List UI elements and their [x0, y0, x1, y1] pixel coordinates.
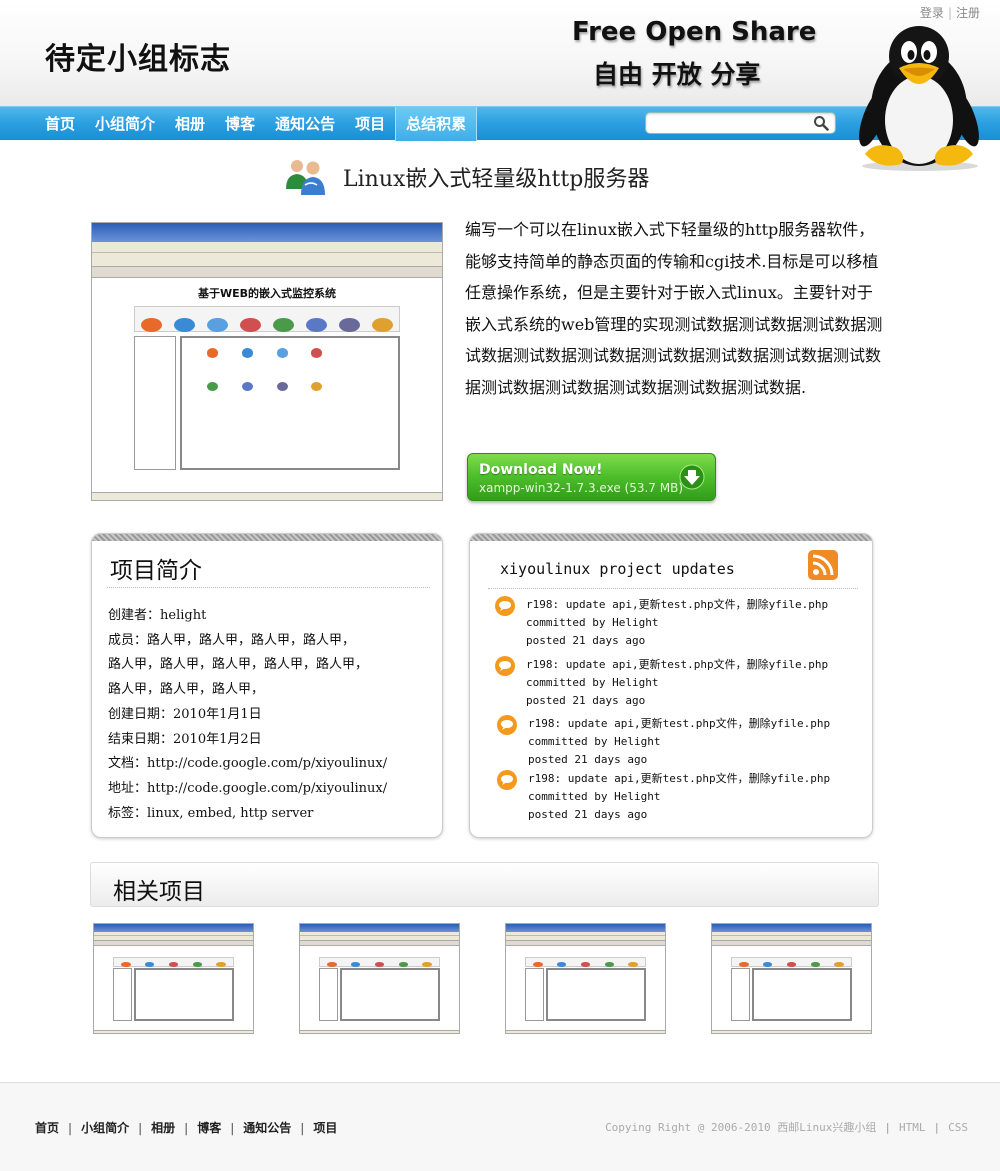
main-nav: 首页 小组简介 相册 博客 通知公告 项目 总结积累 [0, 106, 1000, 141]
search-icon[interactable] [813, 115, 829, 131]
intro-members-cont: 路人甲，路人甲，路人甲， [108, 682, 265, 698]
nav-item-about[interactable]: 小组简介 [85, 107, 165, 141]
nav-item-notices[interactable]: 通知公告 [265, 107, 345, 141]
project-updates-panel: xiyoulinux project updates r198: update … [469, 533, 873, 838]
related-project-thumb-4[interactable] [711, 923, 872, 1034]
comment-bubble-icon [497, 770, 517, 790]
related-project-thumb-1[interactable] [93, 923, 254, 1034]
comment-bubble-icon [495, 596, 515, 616]
update-item[interactable]: r198: update api,更新test.php文件，删除yfile.ph… [496, 715, 872, 769]
login-link[interactable]: 登录 [920, 6, 944, 20]
nav-item-blog[interactable]: 博客 [215, 107, 265, 141]
download-arrow-icon [679, 464, 705, 490]
search-input[interactable] [652, 114, 812, 134]
update-author: committed by Helight [526, 676, 659, 689]
footer-link-projects[interactable]: 项目 [313, 1121, 337, 1135]
rss-feed-icon[interactable] [808, 550, 838, 580]
footer-link-about[interactable]: 小组简介 [81, 1121, 129, 1135]
intro-docs-link[interactable]: 文档：http://code.google.com/p/xiyoulinux/ [108, 752, 430, 777]
css-link[interactable]: CSS [948, 1121, 968, 1134]
update-time: posted 21 days ago [526, 634, 646, 647]
updates-heading: xiyoulinux project updates [500, 560, 735, 578]
intro-address-link[interactable]: 地址：http://code.google.com/p/xiyoulinux/ [108, 777, 430, 802]
nav-item-projects[interactable]: 项目 [345, 107, 395, 141]
slogan-english: Free Open Share [572, 17, 817, 47]
related-project-thumb-2[interactable] [299, 923, 460, 1034]
update-item[interactable]: r198: update api,更新test.php文件，删除yfile.ph… [496, 770, 872, 824]
comment-bubble-icon [497, 715, 517, 735]
tux-penguin-icon [859, 26, 979, 171]
footer-link-blog[interactable]: 博客 [197, 1121, 221, 1135]
intro-members-cont: 路人甲，路人甲，路人甲，路人甲，路人甲， [108, 657, 369, 673]
update-item[interactable]: r198: update api,更新test.php文件，删除yfile.ph… [494, 596, 872, 650]
update-author: committed by Helight [528, 790, 661, 803]
update-message: r198: update api,更新test.php文件，删除yfile.ph… [526, 658, 829, 671]
footer-nav: 首页 | 小组简介 | 相册 | 博客 | 通知公告 | 项目 [35, 1121, 338, 1135]
footer-link-notices[interactable]: 通知公告 [243, 1121, 291, 1135]
update-message: r198: update api,更新test.php文件，删除yfile.ph… [528, 772, 831, 785]
update-time: posted 21 days ago [528, 808, 648, 821]
project-title-row: Linux嵌入式轻量级http服务器 [283, 155, 649, 199]
download-file: xampp-win32-1.7.3.exe (53.7 MB) [479, 481, 683, 495]
related-projects-header: 相关项目 [90, 862, 879, 907]
search-box [645, 112, 836, 134]
download-label: Download Now! [479, 462, 603, 478]
intro-end-date: 结束日期：2010年1月2日 [108, 731, 262, 747]
users-group-icon [286, 160, 325, 195]
update-time: posted 21 days ago [526, 694, 646, 707]
download-button[interactable]: Download Now! xampp-win32-1.7.3.exe (53.… [467, 453, 716, 501]
update-author: committed by Helight [528, 735, 661, 748]
intro-creator: 创建者：helight [108, 608, 207, 623]
project-title: Linux嵌入式轻量级http服务器 [343, 167, 650, 192]
project-intro-panel: 项目简介 创建者：helight 成员：路人甲，路人甲，路人甲，路人甲， 路人甲… [91, 533, 443, 838]
intro-info: 创建者：helight 成员：路人甲，路人甲，路人甲，路人甲， 路人甲，路人甲，… [108, 604, 430, 826]
intro-members: 成员：路人甲，路人甲，路人甲，路人甲， [108, 632, 356, 648]
project-screenshot[interactable]: 基于WEB的嵌入式监控系统 [91, 222, 443, 501]
update-message: r198: update api,更新test.php文件，删除yfile.ph… [528, 717, 831, 730]
comment-bubble-icon [495, 656, 515, 676]
intro-heading: 项目简介 [110, 558, 202, 584]
footer: 首页 | 小组简介 | 相册 | 博客 | 通知公告 | 项目 Copying Right @ 20… [0, 1082, 1000, 1171]
slogan-chinese: 自由 开放 分享 [593, 60, 761, 89]
update-author: committed by Helight [526, 616, 659, 629]
footer-link-album[interactable]: 相册 [151, 1121, 175, 1135]
related-heading: 相关项目 [113, 879, 205, 905]
intro-start-date: 创建日期：2010年1月1日 [108, 706, 262, 722]
related-project-thumb-3[interactable] [505, 923, 666, 1034]
html-link[interactable]: HTML [899, 1121, 926, 1134]
intro-tags: 标签：linux, embed, http server [108, 805, 314, 821]
footer-link-home[interactable]: 首页 [35, 1121, 59, 1135]
nav-item-home[interactable]: 首页 [35, 107, 85, 141]
header: 登录 | 注册 待定小组标志 Free Open Share 自由 开放 分享 [0, 0, 1000, 106]
nav-item-summary[interactable]: 总结积累 [395, 107, 478, 141]
group-logo[interactable]: 待定小组标志 [45, 34, 231, 78]
footer-copyright-row: Copying Right @ 2006-2010 西邮Linux兴趣小组 | HT… [605, 1121, 968, 1134]
update-time: posted 21 days ago [528, 753, 648, 766]
project-description: 编写一个可以在linux嵌入式下轻量级的http服务器软件，能够支持简单的静态页… [465, 220, 883, 397]
toplinks-separator: | [947, 6, 952, 20]
copyright-text: Copying Right @ 2006-2010 西邮Linux兴趣小组 [605, 1121, 877, 1134]
register-link[interactable]: 注册 [956, 6, 980, 20]
top-links: 登录 | 注册 [920, 4, 980, 21]
nav-item-album[interactable]: 相册 [165, 107, 215, 141]
update-message: r198: update api,更新test.php文件，删除yfile.ph… [526, 598, 829, 611]
screenshot-caption: 基于WEB的嵌入式监控系统 [197, 286, 337, 300]
update-item[interactable]: r198: update api,更新test.php文件，删除yfile.ph… [494, 656, 872, 710]
